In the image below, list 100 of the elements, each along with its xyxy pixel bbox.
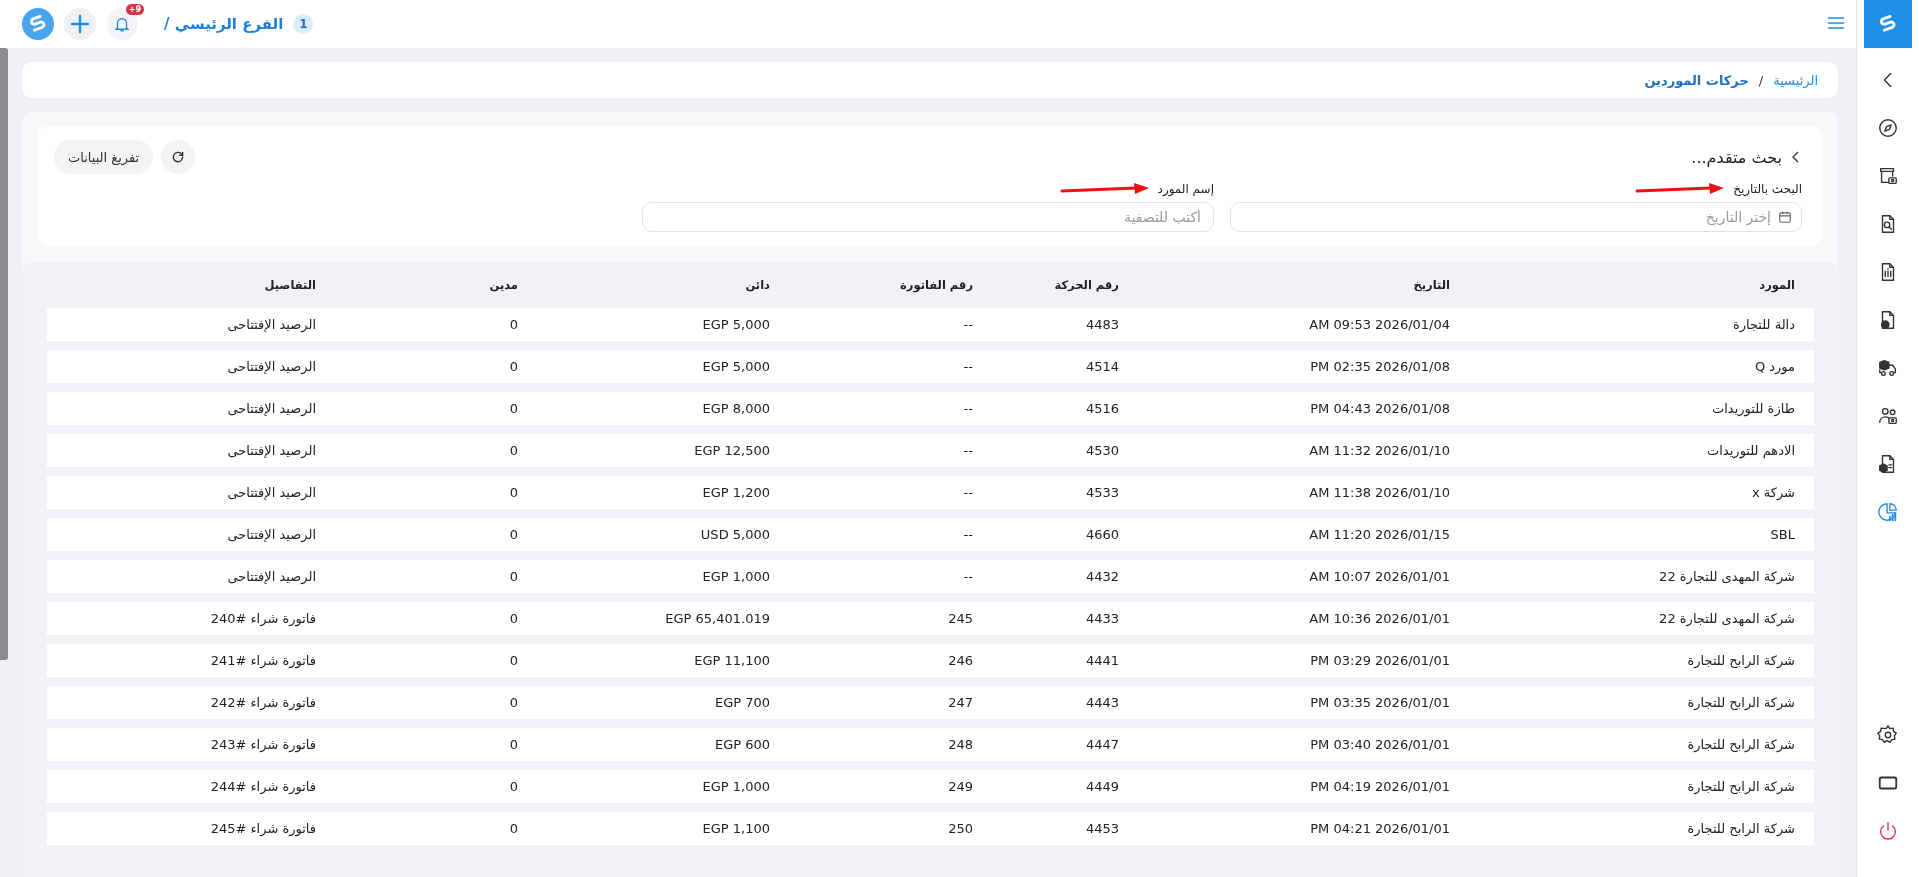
table-cell-text: الرصيد الإفتتاحى xyxy=(226,527,317,542)
scrollbar-thumb[interactable] xyxy=(0,48,8,660)
table-cell-text: PM 04:19 2026/01/01 xyxy=(1309,779,1451,794)
table-cell-text: شركة x xyxy=(1750,485,1796,500)
table-cell-text: EGP 1,200 xyxy=(701,485,771,500)
table-cell-text: 4443 xyxy=(1084,695,1120,710)
table-cell-text: 0 xyxy=(508,317,519,332)
table-cell-text: 4447 xyxy=(1084,737,1120,752)
table-cell-text: 4533 xyxy=(1084,485,1120,500)
table-cell-text: PM 04:21 2026/01/01 xyxy=(1309,821,1451,836)
table-cell-text: 4433 xyxy=(1084,611,1120,626)
table-cell-text: شركة الرابح للتجارة xyxy=(1686,779,1796,794)
table-cell-text: فاتورة شراء #240 xyxy=(209,611,317,626)
table-cell-text: 4514 xyxy=(1084,359,1120,374)
table-cell-text: EGP 5,000 xyxy=(701,359,771,374)
table-cell-text: EGP 600 xyxy=(713,737,771,752)
table-cell-text: 0 xyxy=(508,569,519,584)
breadcrumb-separator: / xyxy=(1758,72,1764,88)
branch-name[interactable]: الفرع الرئيسي / xyxy=(164,15,284,33)
table-cell-text: 0 xyxy=(508,443,519,458)
table-cell-text: PM 03:29 2026/01/01 xyxy=(1309,653,1451,668)
table-cell-text: 0 xyxy=(508,485,519,500)
table-cell-text: الادهم للتوريدات xyxy=(1706,443,1796,458)
table-cell-text: 250 xyxy=(947,821,974,836)
field-label: إسم المورد xyxy=(1157,182,1214,196)
table-cell-text: AM 11:32 2026/01/10 xyxy=(1308,443,1451,458)
table-cell-text: 4453 xyxy=(1084,821,1120,836)
table-cell-text: EGP 65,401.019 xyxy=(664,611,771,626)
table-cell-text: AM 10:07 2026/01/01 xyxy=(1308,569,1451,584)
table-cell-text: -- xyxy=(962,569,974,584)
table-cell-text: 248 xyxy=(947,737,974,752)
table-cell-text: 0 xyxy=(508,401,519,416)
table-cell-text: فاتورة شراء #245 xyxy=(209,821,317,836)
table-cell-text: شركة الرابح للتجارة xyxy=(1686,821,1796,836)
table-cell-text: EGP 11,100 xyxy=(693,653,771,668)
refresh-icon[interactable] xyxy=(161,140,196,174)
table-cell-text: 4660 xyxy=(1084,527,1120,542)
table-cell-text: 246 xyxy=(947,653,974,668)
table-cell-text: AM 11:38 2026/01/10 xyxy=(1308,485,1451,500)
table-cell-text: 4516 xyxy=(1084,401,1120,416)
table-cell-text: فاتورة شراء #243 xyxy=(209,737,317,752)
table-cell-text: الرصيد الإفتتاحى xyxy=(226,359,317,374)
branch-count: 1 xyxy=(293,14,314,34)
table-cell-text: AM 11:20 2026/01/15 xyxy=(1308,527,1451,542)
table-cell-text: شركة المهدى للتجارة 22 xyxy=(1658,569,1796,584)
table-cell-text: -- xyxy=(962,401,974,416)
column-header: دائن xyxy=(744,278,771,292)
field-label: البحث بالتاريخ xyxy=(1733,182,1802,196)
column-header: المورد xyxy=(1758,278,1796,292)
column-header: رقم الفاتورة xyxy=(899,278,974,292)
table-cell-text: 0 xyxy=(508,737,519,752)
table-cell-text: USD 5,000 xyxy=(699,527,771,542)
date-field[interactable]: إختر التاريخ xyxy=(1230,202,1802,232)
table-cell-text: -- xyxy=(962,317,974,332)
table-cell-text: EGP 1,000 xyxy=(701,779,771,794)
table-cell-text: 249 xyxy=(947,779,974,794)
column-header: رقم الحركة xyxy=(1053,278,1120,292)
table-cell-text: فاتورة شراء #242 xyxy=(209,695,317,710)
avatar[interactable] xyxy=(22,8,54,40)
table-cell-text: 0 xyxy=(508,611,519,626)
column-header: التفاصيل xyxy=(263,278,317,292)
table-cell-text: الرصيد الإفتتاحى xyxy=(226,443,317,458)
table-cell-text: PM 04:43 2026/01/08 xyxy=(1309,401,1451,416)
table-cell-text: PM 03:40 2026/01/01 xyxy=(1309,737,1451,752)
chevron-icon[interactable] xyxy=(1790,150,1802,164)
table-cell-text: شركة المهدى للتجارة 22 xyxy=(1658,611,1796,626)
table-cell-text: 245 xyxy=(947,611,974,626)
table-cell-text: 0 xyxy=(508,779,519,794)
table-cell-text: -- xyxy=(962,359,974,374)
table-cell-text: دالة للتجارة xyxy=(1731,317,1796,332)
table-cell-text: فاتورة شراء #244 xyxy=(209,779,317,794)
logo-tile[interactable] xyxy=(1864,0,1912,48)
column-header: مدين xyxy=(488,278,519,292)
search-title[interactable]: بحث متقدم... xyxy=(1691,147,1782,167)
table-cell-text: EGP 8,000 xyxy=(701,401,771,416)
table-cell-text: شركة الرابح للتجارة xyxy=(1686,653,1796,668)
table-cell-text: -- xyxy=(962,527,974,542)
table-cell-text: 0 xyxy=(508,821,519,836)
table-cell-text: 0 xyxy=(508,359,519,374)
table-cell-text: 4483 xyxy=(1084,317,1120,332)
table-cell-text: الرصيد الإفتتاحى xyxy=(226,317,317,332)
table-cell-text: EGP 1,000 xyxy=(701,569,771,584)
table-cell-text: 0 xyxy=(508,695,519,710)
breadcrumb-link[interactable]: حركات الموردين xyxy=(1644,72,1749,88)
table-cell-text: -- xyxy=(962,443,974,458)
table-cell-text: فاتورة شراء #241 xyxy=(209,653,317,668)
table-cell-text: شركة الرابح للتجارة xyxy=(1686,737,1796,752)
table-cell-text: 0 xyxy=(508,653,519,668)
table-cell-text: طازة للتوريدات xyxy=(1711,401,1796,416)
table-cell-text: 4530 xyxy=(1084,443,1120,458)
table-cell-text: 0 xyxy=(508,527,519,542)
table-cell-text: 4441 xyxy=(1084,653,1120,668)
table-cell-text: PM 02:35 2026/01/08 xyxy=(1309,359,1451,374)
table-cell-text: EGP 1,100 xyxy=(701,821,771,836)
table-cell-text: AM 09:53 2026/01/04 xyxy=(1308,317,1451,332)
add-icon[interactable] xyxy=(64,8,96,40)
column-header: التاريخ xyxy=(1412,278,1451,292)
clear-button[interactable]: تفريغ البيانات xyxy=(54,140,154,174)
table-cell-text: الرصيد الإفتتاحى xyxy=(226,401,317,416)
breadcrumb-link[interactable]: الرئيسية xyxy=(1773,72,1818,88)
